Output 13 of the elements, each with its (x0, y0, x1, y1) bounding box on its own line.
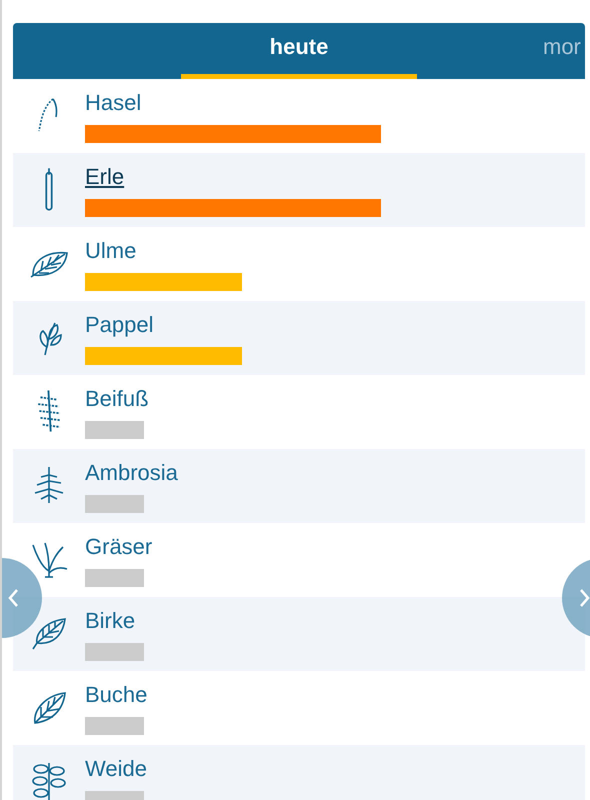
day-tab[interactable]: mor (417, 23, 585, 79)
allergen-link[interactable]: Weide (85, 755, 147, 783)
allergen-link[interactable]: Gräser (85, 533, 152, 561)
chevron-right-icon (578, 587, 590, 609)
allergen-link[interactable]: Birke (85, 607, 136, 635)
allergen-link[interactable]: Ambrosia (85, 459, 178, 487)
allergen-link[interactable]: Pappel (85, 311, 154, 339)
allergen-link[interactable]: Hasel (85, 89, 142, 117)
allergen-link[interactable]: Beifuß (85, 385, 149, 413)
allergen-link[interactable]: Buche (85, 681, 148, 709)
chevron-left-icon (6, 587, 20, 609)
allergen-link[interactable]: Ulme (85, 237, 136, 265)
allergen-link[interactable]: Erle (85, 163, 124, 191)
